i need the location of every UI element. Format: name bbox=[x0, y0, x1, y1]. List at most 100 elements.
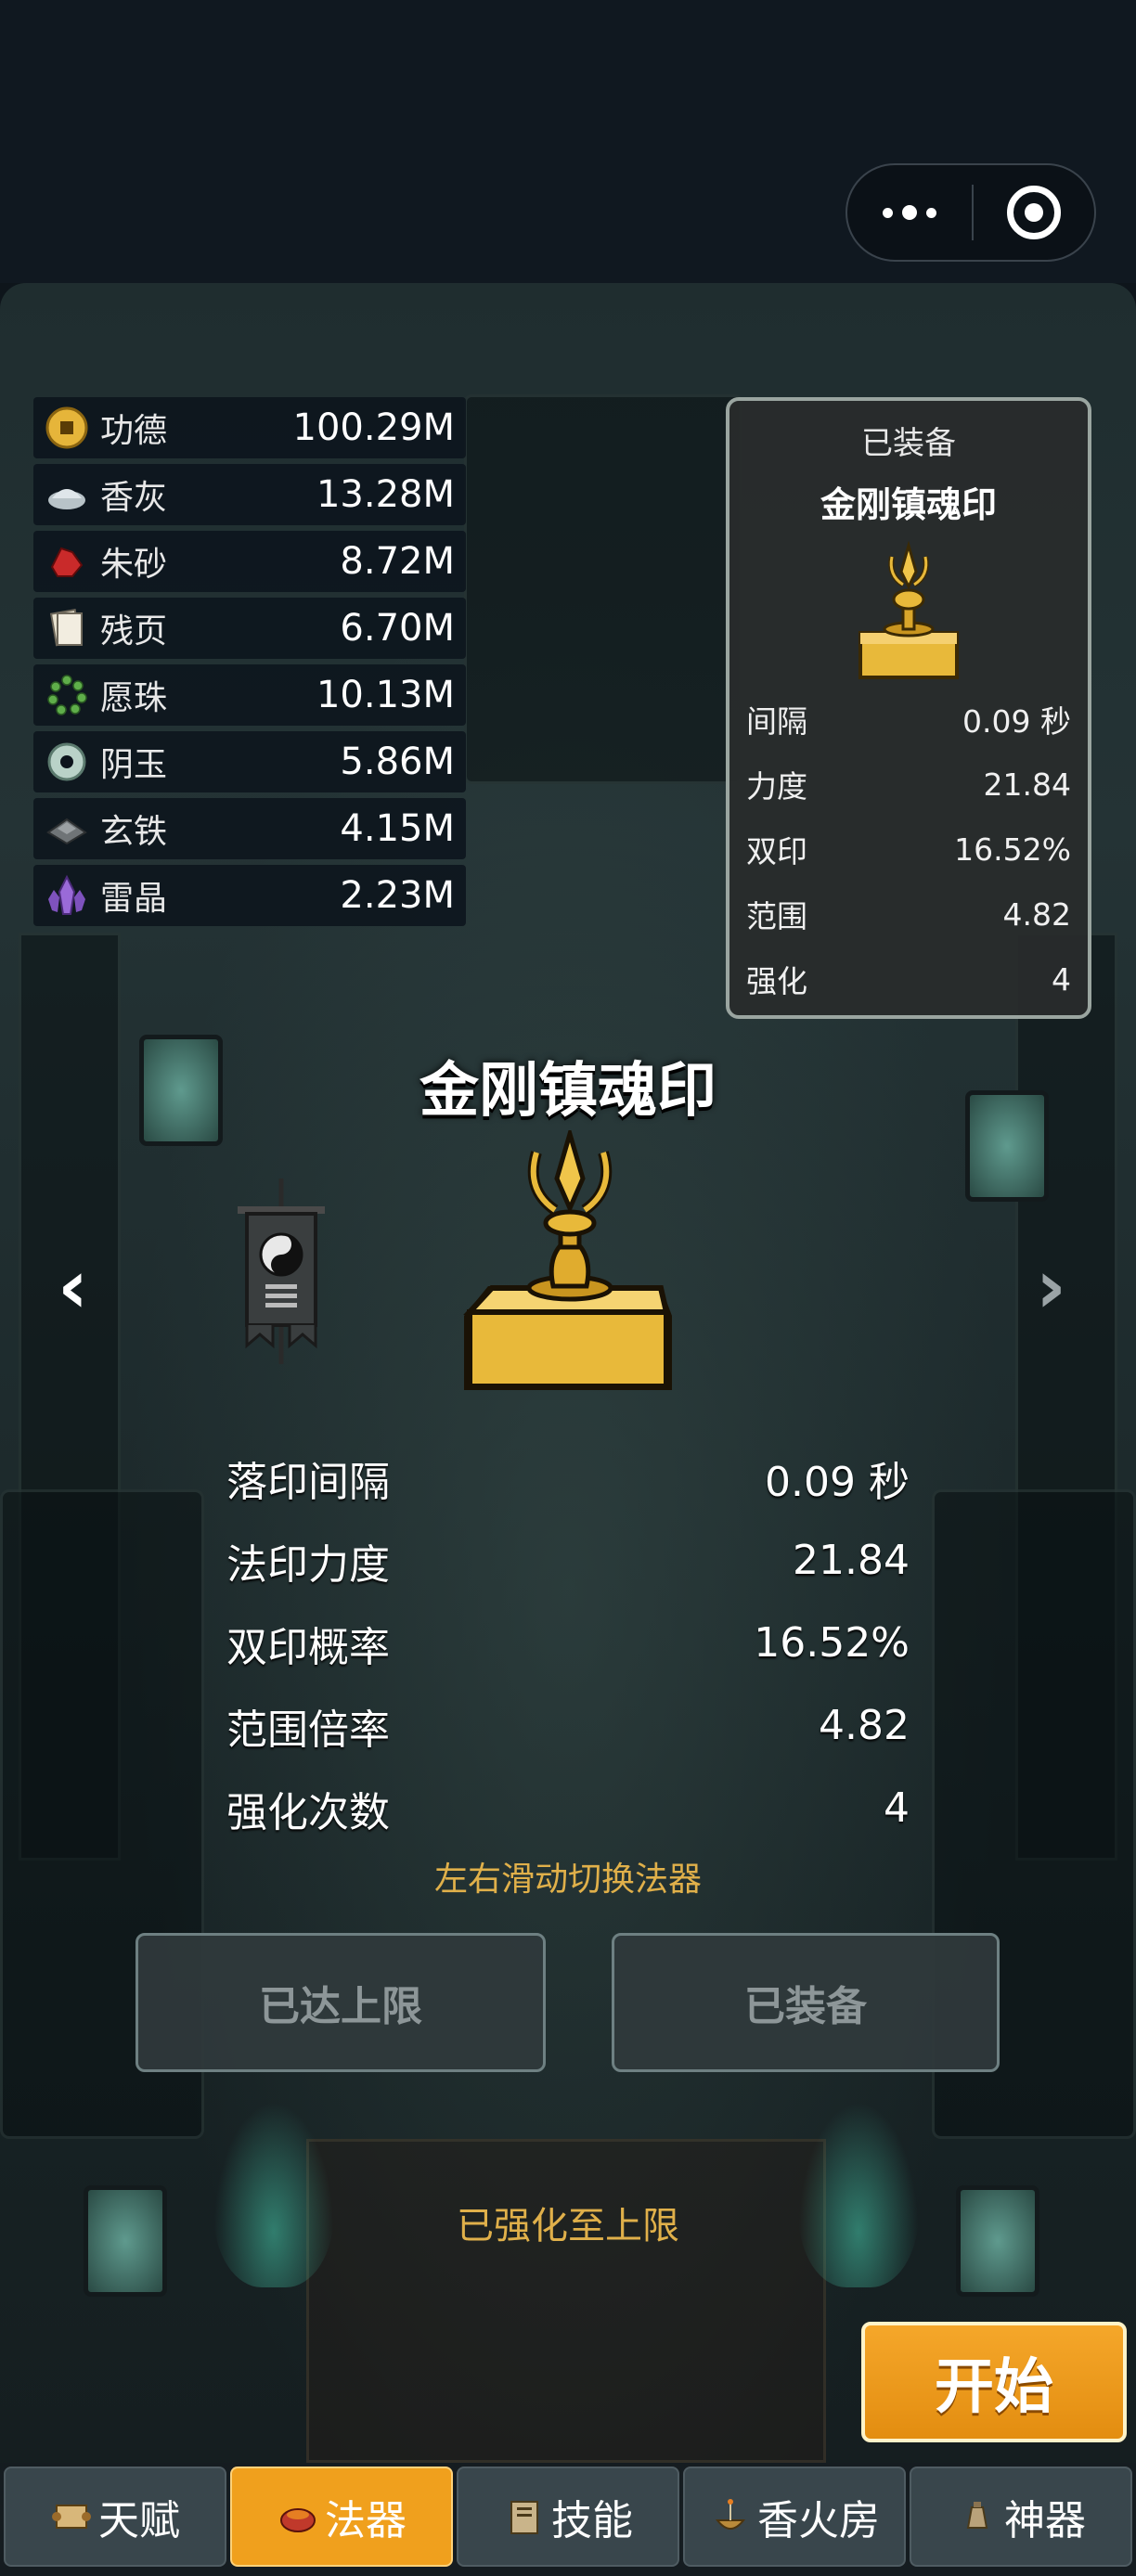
tab-label: 神器 bbox=[1004, 2497, 1086, 2544]
stat-value: 0.09 秒 bbox=[765, 1458, 910, 1506]
stat-row: 落印间隔 0.09 秒 bbox=[226, 1436, 910, 1519]
bottom-tab-bar: 天赋 法器 技能 香火房 神器 bbox=[0, 2463, 1136, 2576]
resource-row: 残页 6.70M bbox=[33, 598, 466, 659]
equipped-stat-row: 双印 16.52% bbox=[744, 817, 1073, 882]
ghost-flame-left bbox=[213, 2102, 334, 2287]
resource-row: 朱砂 8.72M bbox=[33, 531, 466, 592]
resource-name: 功德 bbox=[100, 412, 168, 450]
equipped-card: 已装备 金刚镇魂印 间隔 0.09 秒 力度 21.84 双印 16.52% 范… bbox=[726, 397, 1091, 1019]
scroll-pages-icon bbox=[43, 604, 91, 652]
resource-name: 朱砂 bbox=[100, 546, 168, 584]
resource-value: 13.28M bbox=[316, 473, 455, 516]
coin-icon bbox=[43, 404, 91, 452]
stat-label: 强化 bbox=[746, 963, 807, 999]
resource-row: 功德 100.29M bbox=[33, 397, 466, 458]
resource-row: 香灰 13.28M bbox=[33, 464, 466, 525]
resource-panel: 功德 100.29M 香灰 13.28M 朱砂 8.72M 残页 6.70M 愿… bbox=[33, 397, 466, 932]
resource-name: 雷晶 bbox=[100, 880, 168, 918]
resource-value: 4.15M bbox=[340, 807, 455, 850]
vajra-seal-icon bbox=[847, 538, 970, 687]
prev-artifact-arrow-icon[interactable]: ‹ bbox=[58, 1243, 88, 1330]
tab-artifact[interactable]: 法器 bbox=[230, 2467, 453, 2567]
resource-value: 100.29M bbox=[292, 406, 455, 449]
stat-value: 4 bbox=[884, 1784, 910, 1832]
resource-value: 6.70M bbox=[340, 607, 455, 650]
upgrade-max-button[interactable]: 已达上限 bbox=[136, 1933, 546, 2072]
equipped-button[interactable]: 已装备 bbox=[612, 1933, 1000, 2072]
bowl-icon bbox=[277, 2495, 319, 2538]
stat-value: 4 bbox=[1052, 960, 1071, 998]
tab-incense-room[interactable]: 香火房 bbox=[683, 2467, 906, 2567]
resource-row: 玄铁 4.15M bbox=[33, 798, 466, 859]
stat-row: 法印力度 21.84 bbox=[226, 1519, 910, 1602]
stat-row: 范围倍率 4.82 bbox=[226, 1684, 910, 1767]
close-target-icon[interactable] bbox=[974, 186, 1094, 239]
bell-icon bbox=[956, 2495, 999, 2538]
tab-skills[interactable]: 技能 bbox=[457, 2467, 679, 2567]
resource-row: 阴玉 5.86M bbox=[33, 731, 466, 792]
stat-value: 0.09 秒 bbox=[962, 703, 1071, 740]
max-upgrade-note: 已强化至上限 bbox=[457, 2205, 679, 2248]
equipped-stat-row: 范围 4.82 bbox=[744, 882, 1073, 947]
book-icon bbox=[503, 2495, 546, 2538]
resource-name: 残页 bbox=[100, 612, 168, 650]
resource-value: 2.23M bbox=[340, 874, 455, 917]
start-button[interactable]: 开始 bbox=[861, 2322, 1127, 2442]
equipped-stat-row: 间隔 0.09 秒 bbox=[744, 687, 1073, 752]
resource-name: 香灰 bbox=[100, 479, 168, 517]
cinnabar-icon bbox=[43, 537, 91, 586]
equipped-stat-row: 力度 21.84 bbox=[744, 752, 1073, 817]
stat-value: 4.82 bbox=[1002, 895, 1071, 933]
stat-label: 范围倍率 bbox=[226, 1706, 390, 1754]
jade-ring-icon bbox=[43, 738, 91, 786]
resource-name: 愿珠 bbox=[100, 679, 168, 717]
stat-value: 21.84 bbox=[793, 1537, 910, 1584]
background-crates bbox=[464, 394, 742, 784]
stat-label: 范围 bbox=[746, 898, 807, 934]
resource-value: 5.86M bbox=[340, 741, 455, 783]
ghost-flame-right bbox=[798, 2102, 919, 2287]
tab-label: 天赋 bbox=[98, 2497, 180, 2544]
stat-value: 16.52% bbox=[754, 1619, 910, 1667]
artifact-title: 金刚镇魂印 bbox=[420, 1057, 716, 1126]
artifact-stats: 落印间隔 0.09 秒 法印力度 21.84 双印概率 16.52% 范围倍率 … bbox=[226, 1436, 910, 1849]
more-menu-icon[interactable] bbox=[847, 165, 972, 260]
incense-burner-icon bbox=[709, 2495, 752, 2538]
resource-row: 愿珠 10.13M bbox=[33, 664, 466, 726]
tab-talent[interactable]: 天赋 bbox=[4, 2467, 226, 2567]
resource-row: 雷晶 2.23M bbox=[33, 865, 466, 926]
stat-label: 双印 bbox=[746, 833, 807, 869]
stat-label: 强化次数 bbox=[226, 1788, 390, 1836]
next-artifact-arrow-icon[interactable]: › bbox=[1036, 1243, 1066, 1330]
resource-value: 10.13M bbox=[316, 674, 455, 716]
resource-name: 玄铁 bbox=[100, 813, 168, 851]
background-stairs bbox=[306, 2139, 826, 2463]
equipped-label: 已装备 bbox=[861, 425, 956, 462]
prayer-beads-icon bbox=[43, 671, 91, 719]
top-status-area bbox=[0, 0, 1136, 283]
stat-label: 法印力度 bbox=[226, 1540, 390, 1589]
resource-value: 8.72M bbox=[340, 540, 455, 583]
stat-label: 落印间隔 bbox=[226, 1458, 390, 1506]
equipped-stat-row: 强化 4 bbox=[744, 947, 1073, 1011]
scroll-icon bbox=[50, 2495, 93, 2538]
tab-label: 技能 bbox=[551, 2497, 633, 2544]
stat-label: 力度 bbox=[746, 768, 807, 805]
swipe-hint: 左右滑动切换法器 bbox=[433, 1861, 702, 1899]
tab-label: 香火房 bbox=[757, 2497, 880, 2544]
stat-row: 双印概率 16.52% bbox=[226, 1602, 910, 1684]
resource-name: 阴玉 bbox=[100, 746, 168, 784]
stat-row: 强化次数 4 bbox=[226, 1767, 910, 1849]
vajra-seal-icon bbox=[451, 1126, 685, 1409]
stat-label: 双印概率 bbox=[226, 1623, 390, 1671]
thunder-crystal-icon bbox=[43, 871, 91, 920]
stat-value: 21.84 bbox=[983, 766, 1071, 803]
incense-ash-icon bbox=[43, 470, 91, 519]
taiji-banner-icon[interactable] bbox=[221, 1179, 342, 1364]
stat-value: 16.52% bbox=[954, 831, 1071, 868]
stat-label: 间隔 bbox=[746, 703, 807, 740]
tab-divine-artifact[interactable]: 神器 bbox=[910, 2467, 1132, 2567]
iron-ingot-icon bbox=[43, 805, 91, 853]
tab-label: 法器 bbox=[325, 2497, 407, 2544]
equipped-name: 金刚镇魂印 bbox=[820, 484, 997, 525]
